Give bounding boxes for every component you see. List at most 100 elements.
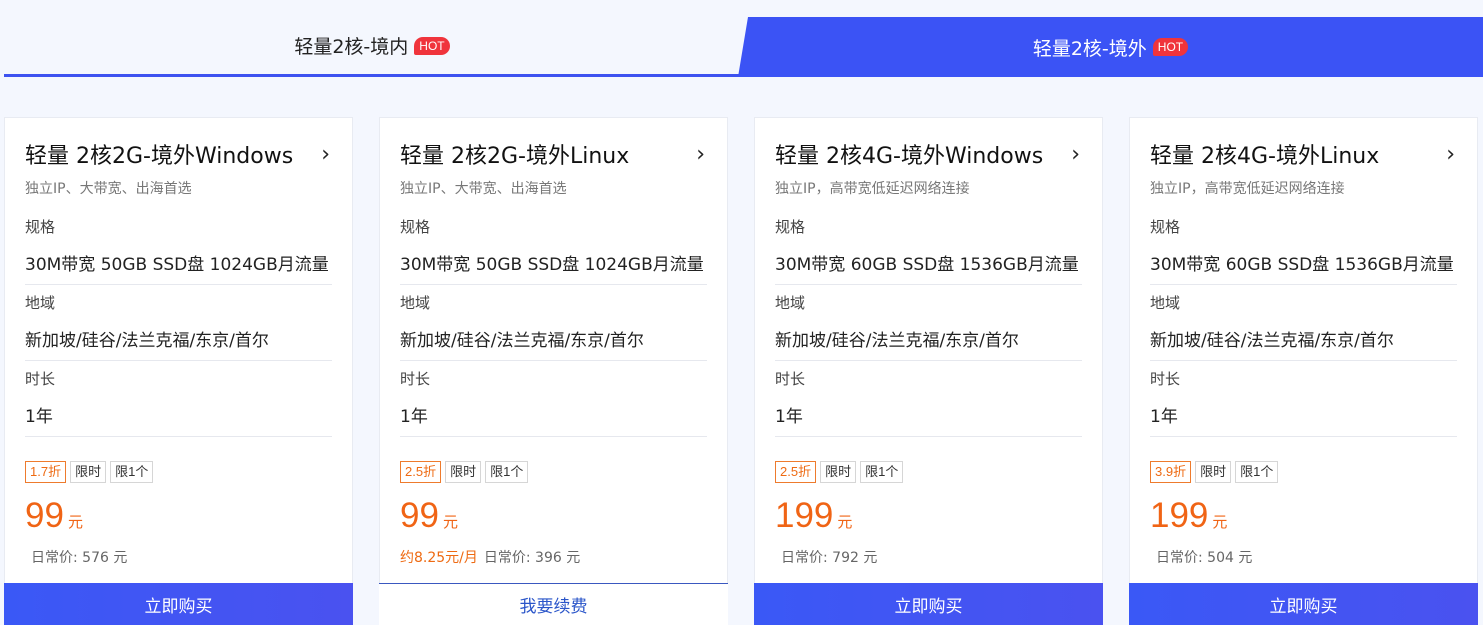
monthly-price: 约8.25元/月 — [400, 550, 478, 566]
tag-list: 3.9折 限时 限1个 — [1150, 461, 1279, 483]
spec-value: 30M带宽 60GB SSD盘 1536GB月流量 — [775, 255, 1079, 275]
duration-value: 1年 — [775, 407, 803, 427]
tab-label: 轻量2核-境外 — [1032, 37, 1147, 60]
region-value: 新加坡/硅谷/法兰克福/东京/首尔 — [1150, 331, 1394, 351]
divider — [25, 284, 332, 285]
region-label: 地域 — [25, 294, 56, 312]
divider — [775, 436, 1082, 437]
spec-label: 规格 — [400, 218, 431, 236]
chevron-right-icon[interactable]: › — [321, 142, 330, 167]
card-subtitle: 独立IP，高带宽低延迟网络连接 — [1150, 181, 1345, 197]
price-value: 99 — [400, 496, 439, 535]
hot-badge: HOT — [1152, 38, 1189, 56]
limited-time-tag: 限时 — [70, 461, 107, 483]
regular-price: 日常价: 576 元 — [31, 550, 128, 566]
region-label: 地域 — [775, 294, 806, 312]
discount-tag: 3.9折 — [1150, 461, 1192, 483]
chevron-right-icon[interactable]: › — [1446, 142, 1455, 167]
limited-time-tag: 限时 — [820, 461, 857, 483]
original-price: 约8.25元/月 日常价: 396 元 — [400, 547, 580, 567]
duration-value: 1年 — [400, 407, 428, 427]
divider — [1150, 360, 1457, 361]
divider — [400, 436, 707, 437]
card-subtitle: 独立IP、大带宽、出海首选 — [25, 181, 192, 197]
duration-label: 时长 — [775, 370, 806, 388]
limited-time-tag: 限时 — [1195, 461, 1232, 483]
duration-label: 时长 — [400, 370, 431, 388]
tab-overseas[interactable]: 轻量2核-境外 HOT — [738, 17, 1483, 77]
product-card: 轻量 2核2G-境外Windows › 独立IP、大带宽、出海首选 规格 30M… — [4, 117, 353, 625]
spec-value: 30M带宽 50GB SSD盘 1024GB月流量 — [25, 255, 329, 275]
original-price: 日常价: 792 元 — [775, 547, 877, 567]
product-tabs: 轻量2核-境内 HOT 轻量2核-境外 HOT — [0, 17, 1483, 77]
price-value: 199 — [1150, 496, 1209, 535]
discount-tag: 2.5折 — [775, 461, 817, 483]
card-subtitle: 独立IP，高带宽低延迟网络连接 — [775, 181, 970, 197]
card-title: 轻量 2核2G-境外Windows — [25, 144, 294, 169]
hot-badge: HOT — [414, 36, 450, 55]
product-card: 轻量 2核4G-境外Linux › 独立IP，高带宽低延迟网络连接 规格 30M… — [1129, 117, 1478, 625]
duration-value: 1年 — [1150, 407, 1178, 427]
divider — [25, 360, 332, 361]
card-title: 轻量 2核2G-境外Linux — [400, 144, 630, 169]
card-subtitle: 独立IP、大带宽、出海首选 — [400, 181, 567, 197]
card-title-link[interactable]: 轻量 2核2G-境外Windows › — [25, 138, 332, 170]
divider — [1150, 284, 1457, 285]
duration-label: 时长 — [25, 370, 56, 388]
spec-label: 规格 — [1150, 218, 1181, 236]
limit-one-tag: 限1个 — [860, 461, 904, 483]
limit-one-tag: 限1个 — [1235, 461, 1279, 483]
card-title: 轻量 2核4G-境外Linux — [1150, 144, 1380, 169]
price-unit: 元 — [442, 514, 458, 531]
discount-tag: 2.5折 — [400, 461, 442, 483]
card-title-link[interactable]: 轻量 2核2G-境外Linux › — [400, 138, 707, 170]
divider — [400, 284, 707, 285]
spec-value: 30M带宽 50GB SSD盘 1024GB月流量 — [400, 255, 704, 275]
divider — [775, 284, 1082, 285]
price-unit: 元 — [837, 514, 853, 531]
chevron-right-icon[interactable]: › — [696, 142, 705, 167]
spec-label: 规格 — [775, 218, 806, 236]
spec-label: 规格 — [25, 218, 56, 236]
buy-now-button[interactable]: 立即购买 — [1129, 583, 1478, 625]
price: 99 元 — [400, 496, 458, 536]
card-title-link[interactable]: 轻量 2核4G-境外Linux › — [1150, 138, 1457, 170]
region-value: 新加坡/硅谷/法兰克福/东京/首尔 — [400, 331, 644, 351]
region-value: 新加坡/硅谷/法兰克福/东京/首尔 — [25, 331, 269, 351]
buy-now-button[interactable]: 立即购买 — [754, 583, 1103, 625]
duration-value: 1年 — [25, 407, 53, 427]
regular-price: 日常价: 396 元 — [483, 550, 581, 566]
spec-value: 30M带宽 60GB SSD盘 1536GB月流量 — [1150, 255, 1454, 275]
divider — [1150, 436, 1457, 437]
original-price: 日常价: 504 元 — [1150, 547, 1252, 567]
region-label: 地域 — [400, 294, 431, 312]
regular-price: 日常价: 792 元 — [781, 550, 878, 566]
price-value: 199 — [775, 496, 834, 535]
limited-time-tag: 限时 — [445, 461, 482, 483]
divider — [25, 436, 332, 437]
buy-now-button[interactable]: 立即购买 — [4, 583, 353, 625]
regular-price: 日常价: 504 元 — [1156, 550, 1253, 566]
price: 99 元 — [25, 496, 83, 536]
tab-domestic[interactable]: 轻量2核-境内 HOT — [4, 17, 740, 77]
tag-list: 1.7折 限时 限1个 — [25, 461, 154, 483]
divider — [775, 360, 1082, 361]
chevron-right-icon[interactable]: › — [1071, 142, 1080, 167]
card-title: 轻量 2核4G-境外Windows — [775, 144, 1044, 169]
limit-one-tag: 限1个 — [485, 461, 529, 483]
price-unit: 元 — [67, 514, 83, 531]
tag-list: 2.5折 限时 限1个 — [775, 461, 904, 483]
product-card: 轻量 2核4G-境外Windows › 独立IP，高带宽低延迟网络连接 规格 3… — [754, 117, 1103, 625]
duration-label: 时长 — [1150, 370, 1181, 388]
region-value: 新加坡/硅谷/法兰克福/东京/首尔 — [775, 331, 1019, 351]
card-title-link[interactable]: 轻量 2核4G-境外Windows › — [775, 138, 1082, 170]
limit-one-tag: 限1个 — [110, 461, 154, 483]
price: 199 元 — [775, 496, 852, 536]
region-label: 地域 — [1150, 294, 1181, 312]
tag-list: 2.5折 限时 限1个 — [400, 461, 529, 483]
price: 199 元 — [1150, 496, 1227, 536]
price-value: 99 — [25, 496, 64, 535]
price-unit: 元 — [1212, 514, 1228, 531]
discount-tag: 1.7折 — [25, 461, 67, 483]
renew-button[interactable]: 我要续费 — [379, 583, 728, 625]
